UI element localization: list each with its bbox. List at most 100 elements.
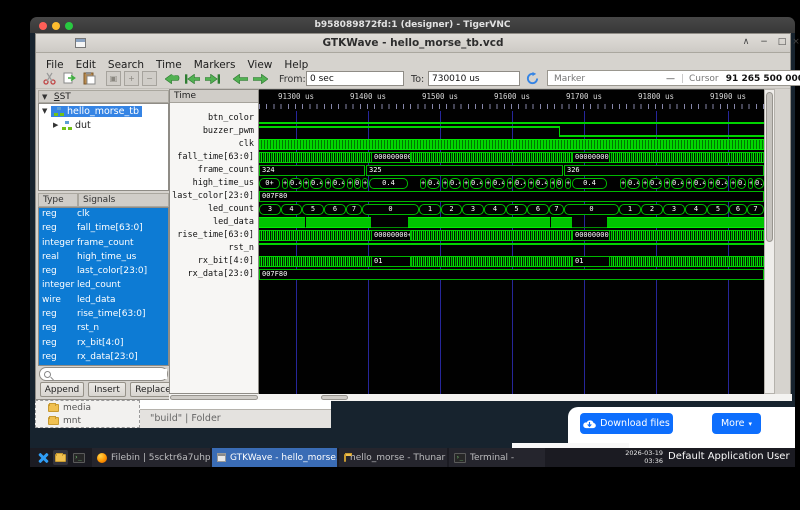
bus-value-label: 00000000+ [371,230,411,241]
signals-table-header: TypeSignals [38,193,169,207]
marker-cursor-separator: | [681,74,684,84]
thunar-sidebar[interactable]: mediamnt [35,400,140,428]
sst-collapse-icon[interactable]: ▼ [42,93,51,101]
sst-item-hello_morse_tb[interactable]: ▼hello_morse_tb [39,104,168,118]
shift-right-icon[interactable] [252,71,268,86]
signals-table-row[interactable]: regfall_time[63:0] [39,222,168,236]
folder-icon [344,454,346,462]
signals-table-row[interactable]: reglast_color[23:0] [39,265,168,279]
signal-label-buzzer_pwm[interactable]: buzzer_pwm [170,125,258,138]
signal-type: reg [39,208,77,222]
taskbar-item-folder[interactable]: hello_morse - Thunar [339,448,447,467]
bus-value: 0.4 [369,178,408,189]
signals-table-row[interactable]: regrx_data[23:0] [39,351,168,365]
vnc-minimize-icon[interactable] [52,22,60,30]
signal-type: reg [39,222,77,236]
bus-value: + [507,178,513,189]
zoom-undo-icon[interactable] [164,71,180,86]
toolbar: ▣ + − From: To: [36,68,790,89]
paste-icon[interactable] [82,71,96,86]
copy-icon[interactable] [62,71,76,86]
bus-value: 007F80 [259,269,764,280]
sst-header[interactable]: ▼ SST [38,90,169,103]
search-input[interactable] [54,369,167,379]
go-to-start-icon[interactable] [184,71,200,86]
thunar-folder-media[interactable]: media [36,401,139,414]
expander-icon[interactable]: ▶ [53,121,62,129]
vnc-close-icon[interactable] [39,22,47,30]
bus-value: 0.4 [627,178,640,189]
signals-table-row[interactable]: regclk [39,208,168,222]
go-to-end-icon[interactable] [204,71,220,86]
sst-tree[interactable]: ▼hello_morse_tb▶dut [38,103,169,191]
signal-label-rx_data_23_0_[interactable]: rx_data[23:0] [170,268,258,281]
reload-icon[interactable] [525,71,539,86]
signal-label-frame_count[interactable]: frame_count [170,164,258,177]
signal-label-high_time_us[interactable]: high_time_us [170,177,258,190]
signal-label-rise_time_63_0_[interactable]: rise_time[63:0] [170,229,258,242]
close-button[interactable]: × [788,37,800,47]
signals-table-row[interactable]: integerframe_count [39,237,168,251]
zoom-in-icon[interactable]: + [124,71,139,86]
signals-table-row[interactable]: realhigh_time_us [39,251,168,265]
more-button[interactable]: More ▾ [712,413,761,434]
taskbar-item-window[interactable]: GTKWave - hello_morse... [212,448,337,467]
zoom-out-icon[interactable]: − [142,71,157,86]
gtkwave-window: GTKWave - hello_morse_tb.vcd ∧ − □ × Fil… [35,33,791,400]
taskbar-item-firefox[interactable]: Filebin | 5scktr6a7uhptn... [92,448,210,467]
from-input[interactable] [306,71,404,86]
sst-item-dut[interactable]: ▶dut [39,118,168,132]
signal-label-last_color_23_0_[interactable]: last_color[23:0] [170,190,258,203]
signals-table-row[interactable]: regrx_bit[4:0] [39,337,168,351]
signals-table-row[interactable]: regrise_time[63:0] [39,308,168,322]
download-files-button[interactable]: Download files [580,413,673,434]
bus-value: 0 [362,204,419,215]
signals-table-row[interactable]: wireled_data [39,294,168,308]
file-manager-launcher-icon[interactable] [53,450,68,465]
signal-label-clk[interactable]: clk [170,138,258,151]
bus-value-label: 01 [572,256,610,267]
vnc-titlebar[interactable]: b958089872fd:1 (designer) - TigerVNC [30,17,795,33]
applications-menu-icon[interactable] [35,450,50,465]
signal-label-led_data[interactable]: led_data [170,216,258,229]
bus-value: 0.4 [470,178,483,189]
bit-level [259,243,764,245]
bus-value: + [565,178,571,189]
gtkwave-titlebar[interactable]: GTKWave - hello_morse_tb.vcd ∧ − □ × [36,34,790,53]
signal-names-panel[interactable]: Time btn_colorbuzzer_pwmclkfall_time[63:… [169,89,259,394]
wave-row-rx_bit_4_0_: 0101 [259,255,764,268]
taskbar-clock[interactable]: 2026-03-19 03:36 [607,450,663,465]
signals-table-row[interactable]: regrst_n [39,322,168,336]
vertical-scrollbar-thumb[interactable] [766,92,773,242]
wave-vertical-scrollbar[interactable] [764,89,775,394]
taskbar-item-terminal[interactable]: ›_Terminal - [449,448,545,467]
bus-value: 007F80 [259,191,764,202]
bus-value: + [282,178,288,189]
bit-level [259,122,764,124]
minimize-button[interactable]: − [756,37,772,47]
zoom-fit-icon[interactable]: ▣ [106,71,121,86]
signal-label-rx_bit_4_0_[interactable]: rx_bit[4:0] [170,255,258,268]
wave-area[interactable]: 91300 us91400 us91500 us91600 us91700 us… [259,89,764,394]
to-input[interactable] [428,71,520,86]
signals-table-row[interactable]: integerled_count [39,279,168,293]
terminal-launcher-icon[interactable]: ›_ [71,450,86,465]
shade-button[interactable]: ∧ [738,37,754,47]
signal-label-led_count[interactable]: led_count [170,203,258,216]
signal-label-btn_color[interactable]: btn_color [170,112,258,125]
insert-button[interactable]: Insert [88,382,126,397]
column-header-signals[interactable]: Signals [78,193,169,207]
signals-table[interactable]: regclkregfall_time[63:0]integerframe_cou… [38,207,169,366]
cut-icon[interactable] [42,71,56,86]
signal-label-fall_time_63_0_[interactable]: fall_time[63:0] [170,151,258,164]
time-header[interactable]: Time [170,90,258,103]
bus-toggling [259,256,764,267]
append-button[interactable]: Append [40,382,84,397]
bus-value: 7 [549,204,564,215]
vnc-maximize-icon[interactable] [65,22,73,30]
signal-label-rst_n[interactable]: rst_n [170,242,258,255]
column-header-type[interactable]: Type [38,193,78,207]
thunar-folder-mnt[interactable]: mnt [36,414,139,427]
shift-left-icon[interactable] [232,71,248,86]
expander-icon[interactable]: ▼ [42,107,51,115]
